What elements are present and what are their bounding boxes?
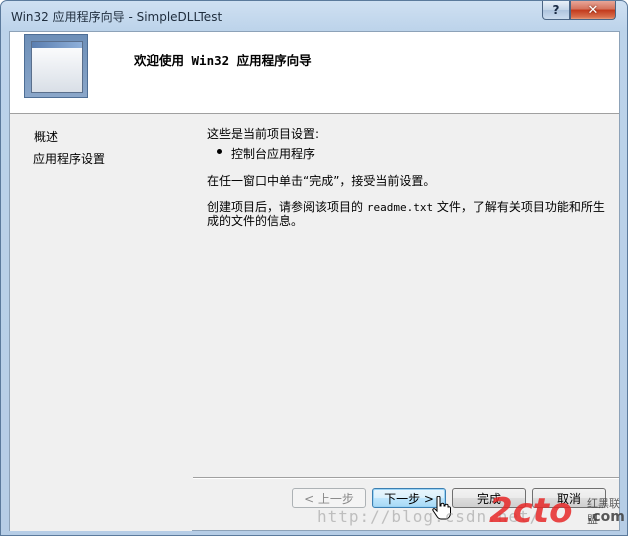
content-panel: 这些是当前项目设置: 控制台应用程序 在任一窗口中单击“完成”，接受当前设置。 …: [193, 115, 619, 477]
bullet-text: 控制台应用程序: [231, 147, 316, 161]
intro-text: 这些是当前项目设置:: [207, 127, 320, 141]
nav-item-overview[interactable]: 概述: [34, 128, 58, 145]
page-title: 欢迎使用 Win32 应用程序向导: [134, 53, 312, 68]
readme-suffix: 文件，了解有关项目功能和所生: [436, 200, 605, 214]
window-title: Win32 应用程序向导 - SimpleDLLTest: [11, 10, 223, 24]
watermark-logo: 2cto 红黑联盟 .com: [489, 487, 628, 535]
wizard-window-icon: [24, 34, 88, 98]
wizard-window: Win32 应用程序向导 - SimpleDLLTest ? ✕ 欢迎使用 Wi…: [0, 0, 628, 536]
wizard-nav: 概述 应用程序设置: [10, 115, 192, 531]
help-icon: ?: [552, 3, 560, 17]
close-button[interactable]: ✕: [570, 1, 616, 20]
nav-item-app-settings[interactable]: 应用程序设置: [33, 150, 105, 167]
title-bar[interactable]: Win32 应用程序向导 - SimpleDLLTest ? ✕: [1, 1, 627, 31]
help-button[interactable]: ?: [542, 1, 570, 20]
close-icon: ✕: [587, 2, 599, 18]
readme-filename: readme.txt: [366, 201, 434, 214]
client-area: 欢迎使用 Win32 应用程序向导 概述 应用程序设置 这些是当前项目设置: 控…: [9, 31, 620, 531]
finish-hint: 在任一窗口中单击“完成”，接受当前设置。: [207, 174, 436, 188]
bullet-icon: [217, 149, 222, 154]
watermark-logo-com: .com: [587, 509, 625, 525]
button-separator: [193, 477, 619, 479]
watermark-logo-num: 2cto: [489, 491, 573, 531]
wizard-header: 欢迎使用 Win32 应用程序向导: [10, 32, 619, 114]
prev-button[interactable]: < 上一步: [292, 488, 366, 508]
readme-hint-line2: 成的文件的信息。: [207, 214, 304, 228]
